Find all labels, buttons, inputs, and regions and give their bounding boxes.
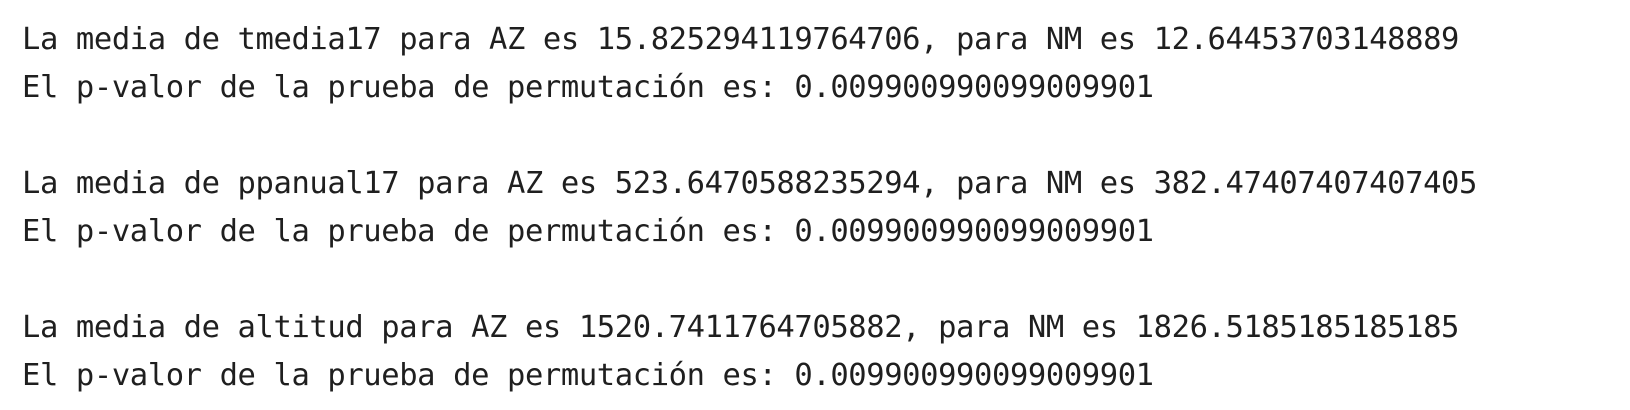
result-block-altitud: La media de altitud para AZ es 1520.7411… bbox=[22, 304, 1622, 400]
result-block-ppanual17: La media de ppanual17 para AZ es 523.647… bbox=[22, 160, 1622, 256]
pvalue-line: El p-valor de la prueba de permutación e… bbox=[22, 358, 1154, 393]
pvalue-line: El p-valor de la prueba de permutación e… bbox=[22, 70, 1154, 105]
result-block-tmedia17: La media de tmedia17 para AZ es 15.82529… bbox=[22, 16, 1622, 112]
pvalue-line: El p-valor de la prueba de permutación e… bbox=[22, 214, 1154, 249]
mean-line: La media de ppanual17 para AZ es 523.647… bbox=[22, 166, 1477, 201]
mean-line: La media de tmedia17 para AZ es 15.82529… bbox=[22, 22, 1460, 57]
console-output: La media de tmedia17 para AZ es 15.82529… bbox=[22, 16, 1622, 400]
mean-line: La media de altitud para AZ es 1520.7411… bbox=[22, 310, 1460, 345]
